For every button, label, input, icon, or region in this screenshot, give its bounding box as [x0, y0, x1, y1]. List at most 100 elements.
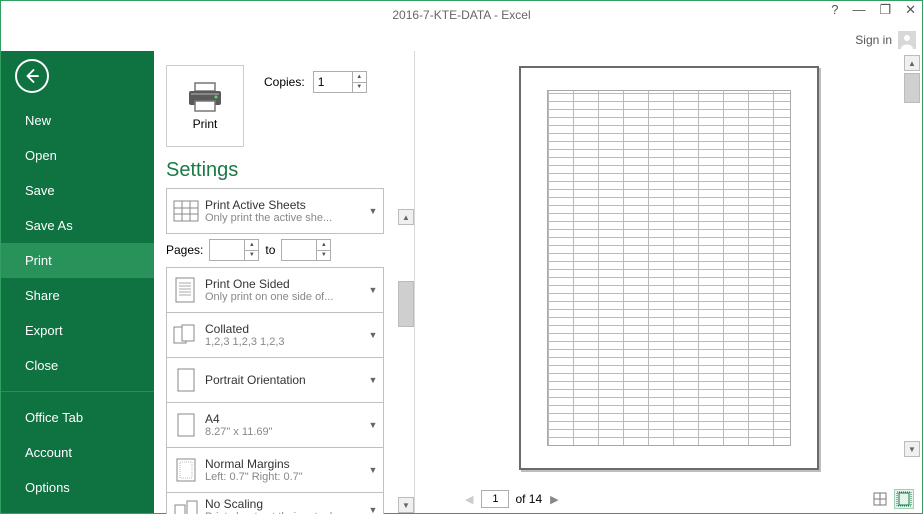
window-controls: ? — ❐ ✕ — [831, 3, 916, 17]
spinner-down-icon[interactable]: ▼ — [353, 83, 366, 93]
setting-title: Collated — [205, 322, 363, 336]
sidebar-item-options[interactable]: Options — [1, 470, 154, 505]
chevron-down-icon: ▼ — [363, 420, 383, 430]
copies-input[interactable] — [314, 72, 352, 92]
portrait-icon — [167, 367, 205, 393]
setting-title: No Scaling — [205, 497, 363, 511]
setting-title: Print Active Sheets — [205, 198, 363, 212]
window-title: 2016-7-KTE-DATA - Excel — [392, 8, 530, 22]
scroll-thumb[interactable] — [398, 281, 414, 327]
page-navigator: ◀ of 14 ▶ — [463, 490, 561, 508]
zoom-to-page-button[interactable] — [894, 489, 914, 509]
sidebar-separator — [1, 391, 154, 392]
settings-list: Print Active SheetsOnly print the active… — [166, 188, 384, 514]
content: Print Copies: ▲ ▼ Settings — [154, 51, 922, 513]
print-button[interactable]: Print — [166, 65, 244, 147]
preview-area: ▲ ▼ — [415, 51, 922, 485]
chevron-down-icon: ▼ — [363, 330, 383, 340]
chevron-down-icon: ▼ — [363, 285, 383, 295]
back-button[interactable] — [15, 59, 49, 93]
scroll-thumb[interactable] — [904, 73, 920, 103]
sidebar-item-share[interactable]: Share — [1, 278, 154, 313]
setting-sub: 1,2,3 1,2,3 1,2,3 — [205, 336, 363, 348]
setting-title: A4 — [205, 412, 363, 426]
margins-icon — [167, 457, 205, 483]
avatar-icon[interactable] — [898, 31, 916, 49]
chevron-down-icon: ▼ — [363, 505, 383, 514]
setting-margins[interactable]: Normal MarginsLeft: 0.7" Right: 0.7" ▼ — [166, 447, 384, 493]
preview-footer: ◀ of 14 ▶ — [415, 485, 922, 513]
chevron-down-icon: ▼ — [363, 465, 383, 475]
scroll-up-icon[interactable]: ▲ — [904, 55, 920, 71]
copies-label: Copies: — [264, 75, 305, 89]
setting-print-what[interactable]: Print Active SheetsOnly print the active… — [166, 188, 384, 234]
setting-orientation[interactable]: Portrait Orientation ▼ — [166, 357, 384, 403]
pages-to-input[interactable] — [282, 240, 316, 260]
setting-sides[interactable]: Print One SidedOnly print on one side of… — [166, 267, 384, 313]
chevron-down-icon: ▼ — [363, 375, 383, 385]
scroll-down-icon[interactable]: ▼ — [398, 497, 414, 513]
body: New Open Save Save As Print Share Export… — [1, 51, 922, 513]
printer-icon — [185, 81, 225, 113]
total-pages-label: of 14 — [515, 492, 542, 506]
pages-to-label: to — [265, 243, 275, 257]
preview-grid — [547, 90, 791, 446]
restore-icon[interactable]: ❐ — [879, 3, 891, 17]
help-icon[interactable]: ? — [831, 3, 838, 17]
pages-label: Pages: — [166, 243, 203, 257]
titlebar: 2016-7-KTE-DATA - Excel ? — ❐ ✕ — [1, 1, 922, 29]
sheets-icon — [167, 200, 205, 222]
spinner-up-icon[interactable]: ▲ — [353, 72, 366, 83]
zoom-controls — [870, 489, 914, 509]
current-page-input[interactable] — [481, 490, 509, 508]
sidebar-item-office-tab[interactable]: Office Tab — [1, 400, 154, 435]
scroll-up-icon[interactable]: ▲ — [398, 209, 414, 225]
settings-scrollbar[interactable]: ▲ ▼ — [398, 209, 414, 513]
spinner-down-icon[interactable]: ▼ — [245, 251, 258, 261]
prev-page-icon[interactable]: ◀ — [463, 493, 475, 506]
spinner-up-icon[interactable]: ▲ — [317, 240, 330, 251]
scroll-down-icon[interactable]: ▼ — [904, 441, 920, 457]
sidebar-item-close[interactable]: Close — [1, 348, 154, 383]
pages-to-spinner[interactable]: ▲▼ — [281, 239, 331, 261]
sidebar-item-print[interactable]: Print — [1, 243, 154, 278]
close-icon[interactable]: ✕ — [905, 3, 916, 17]
paper-size-icon — [167, 412, 205, 438]
show-margins-button[interactable] — [870, 489, 890, 509]
minimize-icon[interactable]: — — [852, 3, 865, 17]
preview-scrollbar[interactable]: ▲ ▼ — [904, 55, 920, 457]
spinner-up-icon[interactable]: ▲ — [245, 240, 258, 251]
sidebar-item-open[interactable]: Open — [1, 138, 154, 173]
signin-link[interactable]: Sign in — [855, 33, 892, 47]
settings-header: Settings — [166, 159, 408, 182]
pages-from-input[interactable] — [210, 240, 244, 260]
signin-row: Sign in — [1, 29, 922, 51]
pages-from-spinner[interactable]: ▲▼ — [209, 239, 259, 261]
setting-paper-size[interactable]: A48.27" x 11.69" ▼ — [166, 402, 384, 448]
setting-sub: Only print the active she... — [205, 212, 363, 224]
sidebar-item-export[interactable]: Export — [1, 313, 154, 348]
sidebar-item-account[interactable]: Account — [1, 435, 154, 470]
preview-page — [519, 66, 819, 470]
sidebar-item-save-as[interactable]: Save As — [1, 208, 154, 243]
setting-scaling[interactable]: No ScalingPrint sheets at their actual ▼ — [166, 492, 384, 514]
collated-icon — [167, 323, 205, 347]
copies-row: Copies: ▲ ▼ — [264, 71, 367, 93]
chevron-down-icon: ▼ — [363, 206, 383, 216]
sidebar-item-save[interactable]: Save — [1, 173, 154, 208]
scaling-icon — [167, 499, 205, 514]
setting-sub: Left: 0.7" Right: 0.7" — [205, 471, 363, 483]
backstage-window: 2016-7-KTE-DATA - Excel ? — ❐ ✕ Sign in … — [0, 0, 923, 514]
next-page-icon[interactable]: ▶ — [548, 493, 560, 506]
spinner-down-icon[interactable]: ▼ — [317, 251, 330, 261]
setting-title: Print One Sided — [205, 277, 363, 291]
setting-collated[interactable]: Collated1,2,3 1,2,3 1,2,3 ▼ — [166, 312, 384, 358]
print-button-label: Print — [193, 117, 218, 131]
setting-title: Normal Margins — [205, 457, 363, 471]
setting-sub: Only print on one side of... — [205, 291, 363, 303]
copies-spinner[interactable]: ▲ ▼ — [313, 71, 367, 93]
print-preview-column: ▲ ▼ ◀ of 14 ▶ — [414, 51, 922, 513]
spinner-arrows: ▲ ▼ — [352, 72, 366, 92]
sidebar-item-new[interactable]: New — [1, 103, 154, 138]
setting-title: Portrait Orientation — [205, 373, 363, 387]
